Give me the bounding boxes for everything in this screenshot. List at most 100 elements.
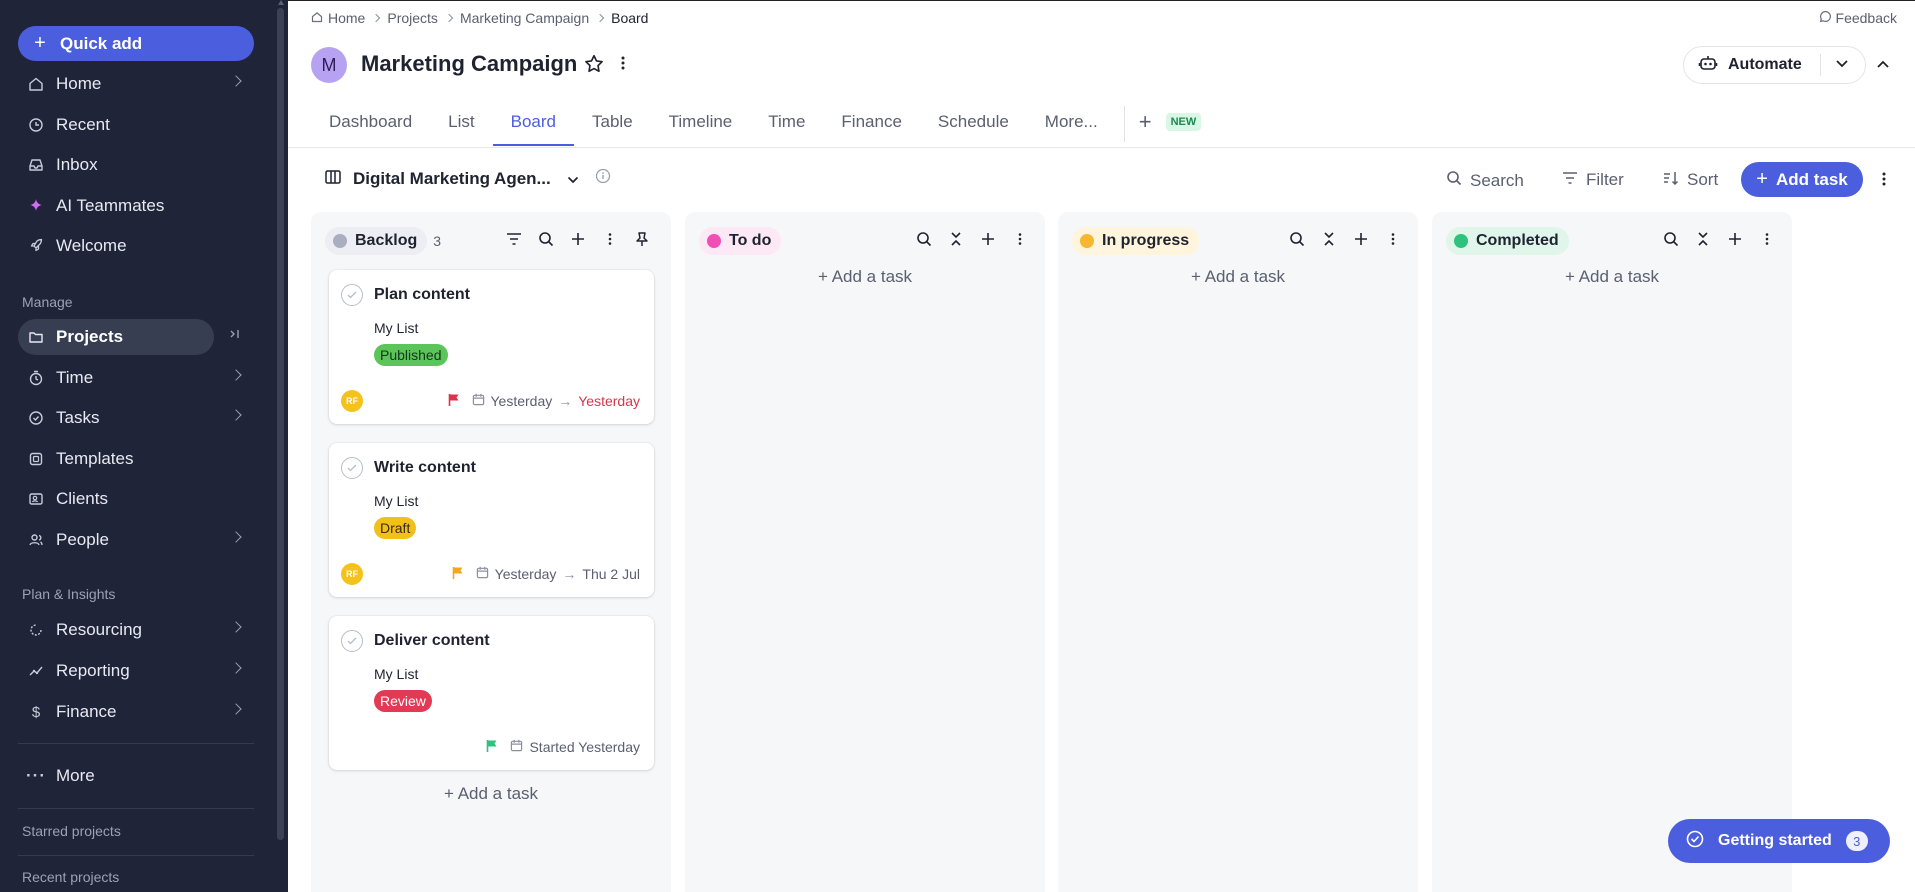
board-menu-icon[interactable]: [1881, 171, 1887, 191]
automate-button[interactable]: Automate: [1683, 46, 1866, 84]
breadcrumb-home[interactable]: Home: [328, 10, 365, 26]
tab-timeline[interactable]: Timeline: [651, 102, 751, 146]
tab-list[interactable]: List: [430, 102, 492, 146]
sidebar-item-time[interactable]: Time: [18, 360, 254, 396]
sidebar-item-tasks[interactable]: Tasks: [18, 400, 254, 436]
breadcrumb-projects[interactable]: Projects: [387, 10, 438, 26]
sidebar-item-recent[interactable]: Recent: [18, 107, 254, 143]
filter-button[interactable]: Filter: [1562, 170, 1624, 190]
search-icon[interactable]: [915, 230, 933, 248]
tab-schedule[interactable]: Schedule: [920, 102, 1027, 146]
task-card[interactable]: Write content My List Draft RF Yesterday…: [329, 443, 654, 597]
add-a-task-link[interactable]: + Add a task: [1432, 267, 1792, 287]
sidebar-item-home[interactable]: Home: [18, 66, 254, 102]
add-icon[interactable]: [979, 230, 997, 248]
add-icon[interactable]: [1352, 230, 1370, 248]
add-a-task-link[interactable]: + Add a task: [1058, 267, 1418, 287]
getting-started-button[interactable]: Getting started 3: [1668, 819, 1890, 863]
task-title: Plan content: [374, 286, 470, 304]
sort-button[interactable]: Sort: [1663, 170, 1718, 190]
board-selector[interactable]: Digital Marketing Agen...: [325, 168, 611, 189]
more-icon[interactable]: [1011, 230, 1029, 248]
resourcing-icon: [26, 620, 46, 640]
add-task-button[interactable]: + Add task: [1741, 162, 1863, 197]
pin-icon[interactable]: [633, 230, 651, 248]
sidebar-item-label: Templates: [56, 449, 133, 469]
board-name: Digital Marketing Agen...: [353, 169, 551, 189]
more-icon[interactable]: [601, 230, 619, 248]
chevron-right-icon: [230, 703, 241, 714]
column-completed: Completed + Add a task: [1432, 212, 1792, 892]
task-card[interactable]: Plan content My List Published RF Yester…: [329, 270, 654, 424]
project-menu-icon[interactable]: [620, 55, 626, 75]
task-card[interactable]: Deliver content My List Review Started Y…: [329, 616, 654, 770]
plus-icon: +: [1565, 267, 1575, 286]
sidebar-item-inbox[interactable]: Inbox: [18, 147, 254, 183]
filter-label: Filter: [1586, 170, 1624, 190]
sidebar-item-finance[interactable]: $ Finance: [18, 694, 254, 730]
tab-finance[interactable]: Finance: [823, 102, 919, 146]
arrow-right-icon: →: [562, 566, 576, 582]
breadcrumb-project[interactable]: Marketing Campaign: [460, 10, 589, 26]
sidebar-item-templates[interactable]: Templates: [18, 441, 254, 477]
status-pill[interactable]: Completed: [1446, 227, 1569, 255]
tab-time[interactable]: Time: [750, 102, 823, 146]
tab-more[interactable]: More...: [1027, 102, 1116, 146]
start-date: Yesterday: [495, 566, 557, 582]
sidebar-item-label: Recent: [56, 115, 110, 135]
add-icon[interactable]: [569, 230, 587, 248]
tab-table[interactable]: Table: [574, 102, 651, 146]
status-pill[interactable]: In progress: [1072, 227, 1199, 255]
due-date: Thu 2 Jul: [582, 566, 640, 582]
sort-filter-icon[interactable]: [505, 230, 523, 248]
tab-dashboard[interactable]: Dashboard: [311, 102, 430, 146]
top-border: [288, 0, 1915, 1]
info-icon[interactable]: [595, 168, 611, 189]
recent-projects-heading[interactable]: Recent projects: [22, 869, 119, 885]
sidebar-item-projects[interactable]: Projects: [18, 319, 214, 355]
new-badge: NEW: [1166, 113, 1202, 131]
search-icon[interactable]: [1288, 230, 1306, 248]
collapse-panel-icon[interactable]: [228, 327, 242, 344]
collapse-icon[interactable]: [947, 230, 965, 248]
status-pill[interactable]: Backlog: [325, 227, 427, 255]
chevron-up-icon[interactable]: [1876, 56, 1890, 73]
folder-icon: [26, 327, 46, 347]
more-icon[interactable]: [1384, 230, 1402, 248]
status-tag: Draft: [374, 517, 416, 539]
sidebar-item-reporting[interactable]: Reporting: [18, 653, 254, 689]
tab-board[interactable]: Board: [493, 102, 574, 146]
collapse-icon[interactable]: [1694, 230, 1712, 248]
plus-icon: +: [1191, 267, 1201, 286]
sidebar-item-people[interactable]: People: [18, 522, 254, 558]
starred-projects-heading[interactable]: Starred projects: [22, 823, 121, 839]
add-icon[interactable]: [1726, 230, 1744, 248]
page-title[interactable]: Marketing Campaign: [361, 51, 577, 77]
sidebar-item-resourcing[interactable]: Resourcing: [18, 612, 254, 648]
collapse-icon[interactable]: [1320, 230, 1338, 248]
complete-checkbox[interactable]: [341, 630, 363, 652]
chevron-right-icon: [445, 14, 453, 22]
star-icon[interactable]: [583, 53, 605, 79]
sidebar-scrollbar[interactable]: [276, 0, 285, 892]
add-view-button[interactable]: +: [1139, 109, 1152, 135]
status-pill[interactable]: To do: [699, 227, 781, 255]
quick-add-button[interactable]: + Quick add: [18, 26, 254, 61]
search-button[interactable]: Search: [1446, 170, 1524, 191]
chevron-down-icon[interactable]: [1835, 56, 1849, 74]
sidebar-item-welcome[interactable]: Welcome: [18, 228, 254, 264]
sidebar-item-clients[interactable]: Clients: [18, 481, 254, 517]
search-icon[interactable]: [1662, 230, 1680, 248]
task-list: My List: [374, 493, 418, 509]
feedback-link[interactable]: Feedback: [1819, 10, 1897, 26]
add-a-task-link[interactable]: + Add a task: [685, 267, 1045, 287]
complete-checkbox[interactable]: [341, 284, 363, 306]
status-dot: [1080, 234, 1094, 248]
sidebar-item-more[interactable]: ··· More: [18, 758, 254, 794]
more-icon[interactable]: [1758, 230, 1776, 248]
add-a-task-link[interactable]: + Add a task: [311, 784, 671, 804]
board-columns-icon: [325, 169, 341, 189]
sidebar-item-ai-teammates[interactable]: AI Teammates: [18, 188, 254, 224]
search-icon[interactable]: [537, 230, 555, 248]
complete-checkbox[interactable]: [341, 457, 363, 479]
